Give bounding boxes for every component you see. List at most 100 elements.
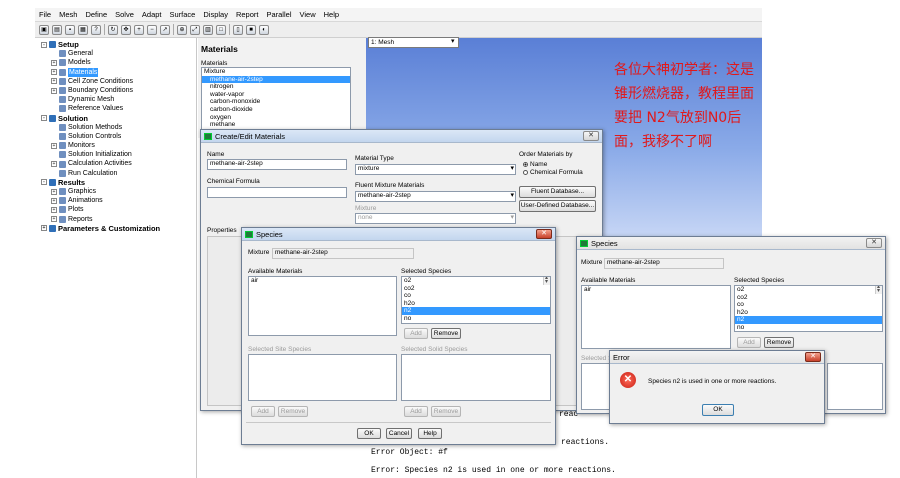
scrollbar[interactable] — [875, 286, 882, 295]
solid-remove-button[interactable]: Remove — [431, 406, 461, 417]
expand-icon[interactable]: + — [51, 87, 57, 94]
menu-item-view[interactable]: View — [299, 10, 315, 19]
scrollbar[interactable] — [543, 277, 550, 286]
expand-icon[interactable]: + — [41, 225, 47, 232]
expand-icon[interactable]: + — [51, 59, 57, 66]
list-item[interactable]: h2o — [735, 309, 882, 317]
close-icon[interactable]: ✕ — [866, 238, 882, 248]
menu-item-adapt[interactable]: Adapt — [142, 10, 162, 19]
list-item[interactable]: air — [249, 277, 396, 285]
menu-item-mesh[interactable]: Mesh — [59, 10, 77, 19]
available-materials-list[interactable]: air — [248, 276, 397, 336]
tree-item-models[interactable]: + Models — [41, 58, 196, 67]
list-item[interactable]: nitrogen — [202, 83, 350, 91]
tree-item-animations[interactable]: + Animations — [41, 196, 196, 205]
window-icon[interactable]: □ — [216, 24, 226, 35]
tree-item-dynamic-mesh[interactable]: Dynamic Mesh — [41, 95, 196, 104]
list-item[interactable]: o2 — [402, 277, 550, 285]
collapse-icon[interactable]: - — [41, 41, 47, 48]
tree-item-reports[interactable]: + Reports — [41, 215, 196, 224]
selected-species-list[interactable]: o2 co2 co h2o n2 no — [734, 285, 883, 332]
solid-add-button[interactable]: Add — [404, 406, 428, 417]
tree-item-boundary-conditions[interactable]: + Boundary Conditions — [41, 86, 196, 95]
help-button[interactable]: Help — [418, 428, 442, 439]
list-item[interactable]: co2 — [402, 285, 550, 293]
views-icon[interactable]: ▥ — [203, 24, 213, 35]
tree-item-solution-controls[interactable]: Solution Controls — [41, 132, 196, 141]
lights-icon[interactable]: ◐ — [259, 24, 269, 35]
layout-icon[interactable]: ▯ — [233, 24, 243, 35]
fluent-database-button[interactable]: Fluent Database... — [519, 186, 596, 198]
available-materials-list[interactable]: air — [581, 285, 731, 349]
name-input[interactable]: methane-air-2step — [207, 159, 347, 170]
tree-item-reference-values[interactable]: Reference Values — [41, 104, 196, 113]
list-item[interactable]: n2 — [402, 307, 550, 315]
expand-icon[interactable]: + — [51, 142, 57, 149]
add-button[interactable]: Add — [737, 337, 761, 348]
menu-item-define[interactable]: Define — [85, 10, 107, 19]
tree-item-materials[interactable]: + Materials — [41, 67, 196, 77]
expand-icon[interactable]: + — [51, 188, 57, 195]
expand-icon[interactable]: + — [51, 69, 57, 76]
expand-icon[interactable]: + — [51, 197, 57, 204]
list-item[interactable]: methane — [202, 121, 350, 129]
site-remove-button[interactable]: Remove — [278, 406, 308, 417]
tree-item-solution-methods[interactable]: Solution Methods — [41, 123, 196, 132]
materials-list[interactable]: Mixture methane-air-2step nitrogen water-va… — [201, 67, 351, 137]
collapse-icon[interactable]: - — [41, 115, 47, 122]
menu-item-file[interactable]: File — [39, 10, 51, 19]
user-defined-database-button[interactable]: User-Defined Database... — [519, 200, 596, 212]
menu-item-surface[interactable]: Surface — [170, 10, 196, 19]
list-item[interactable]: no — [735, 324, 882, 331]
list-item[interactable]: co2 — [735, 294, 882, 302]
list-item[interactable]: oxygen — [202, 114, 350, 122]
fit-icon[interactable]: ⤢ — [190, 24, 200, 35]
expand-icon[interactable]: + — [51, 161, 57, 168]
help-icon[interactable]: ? — [91, 24, 101, 35]
error-ok-button[interactable]: OK — [702, 404, 734, 416]
tree-item-setup[interactable]: - Setup — [41, 40, 196, 49]
zoom-in-icon[interactable]: + — [134, 24, 144, 35]
expand-icon[interactable]: + — [51, 216, 57, 223]
list-item[interactable]: methane-air-2step — [202, 75, 350, 84]
selected-species-list[interactable]: o2 co2 co h2o n2 no — [401, 276, 551, 324]
tree-item-parameters-customization[interactable]: + Parameters & Customization — [41, 224, 196, 233]
menu-item-display[interactable]: Display — [203, 10, 228, 19]
rotate-icon[interactable]: ↻ — [108, 24, 118, 35]
list-item[interactable]: co — [735, 301, 882, 309]
viewport-select[interactable]: 1: Mesh — [368, 37, 459, 48]
collapse-icon[interactable]: - — [41, 179, 47, 186]
tree-item-plots[interactable]: + Plots — [41, 205, 196, 214]
move-icon[interactable]: ✥ — [121, 24, 131, 35]
order-by-formula-radio[interactable]: Chemical Formula — [523, 169, 583, 176]
tree-item-solution-initialization[interactable]: Solution Initialization — [41, 150, 196, 159]
chemical-formula-input[interactable] — [207, 187, 347, 198]
list-item[interactable]: n2 — [735, 316, 882, 324]
site-add-button[interactable]: Add — [251, 406, 275, 417]
tree-item-run-calculation[interactable]: Run Calculation — [41, 169, 196, 178]
site-species-list[interactable] — [248, 354, 397, 401]
close-icon[interactable]: ✕ — [805, 352, 821, 362]
print-icon[interactable]: ▦ — [78, 24, 88, 35]
tree-item-calculation-activities[interactable]: + Calculation Activities — [41, 159, 196, 168]
list-item[interactable]: carbon-dioxide — [202, 106, 350, 114]
menu-item-report[interactable]: Report — [236, 10, 259, 19]
tree-item-graphics[interactable]: + Graphics — [41, 187, 196, 196]
order-by-name-radio[interactable]: Name — [523, 161, 547, 168]
probe-icon[interactable]: ↗ — [160, 24, 170, 35]
open-icon[interactable]: ▣ — [39, 24, 49, 35]
display-icon[interactable]: ■ — [246, 24, 256, 35]
list-item[interactable]: no — [402, 315, 550, 323]
save-icon[interactable]: ▪ — [65, 24, 75, 35]
close-icon[interactable]: ✕ — [583, 131, 599, 141]
folder-icon[interactable]: ▤ — [52, 24, 62, 35]
list-item[interactable]: carbon-monoxide — [202, 98, 350, 106]
add-button[interactable]: Add — [404, 328, 428, 339]
zoom-out-icon[interactable]: − — [147, 24, 157, 35]
close-icon[interactable]: ✕ — [536, 229, 552, 239]
remove-button[interactable]: Remove — [431, 328, 461, 339]
list-item[interactable]: water-vapor — [202, 91, 350, 99]
expand-icon[interactable]: + — [51, 206, 57, 213]
fluent-mixture-select[interactable]: methane-air-2step — [355, 191, 516, 202]
menu-item-solve[interactable]: Solve — [115, 10, 134, 19]
